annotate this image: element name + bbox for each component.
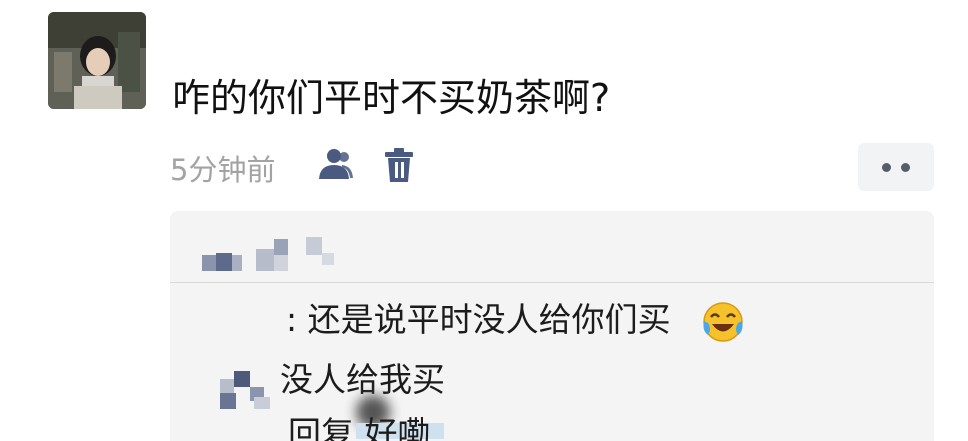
trash-icon[interactable] (384, 147, 414, 183)
obscured-liker-5 (274, 239, 288, 255)
comment-text-2: 没人给我买 (280, 360, 445, 399)
obscured-commenter-1d (220, 393, 236, 409)
post-time: 5分钟前 (170, 153, 276, 187)
avatar-photo (48, 12, 146, 109)
people-icon[interactable] (314, 147, 354, 181)
more-dot-right (901, 163, 910, 172)
comment-text-3: 回复 好嘞 (288, 414, 431, 441)
obscured-liker-4 (256, 249, 274, 271)
obscured-commenter-1e (254, 397, 270, 409)
obscured-liker-8 (322, 253, 334, 265)
post-text: 咋的你们平时不买奶茶啊? (172, 76, 611, 120)
crying-laughing-emoji (703, 302, 743, 342)
comment-panel: : 还是说平时没人给你们买 没人给我买 回复 好嘞 (170, 211, 934, 441)
obscured-commenter-1a (220, 379, 234, 393)
obscured-liker-7 (306, 237, 322, 255)
more-options-button[interactable] (858, 143, 934, 191)
obscured-liker-6 (274, 255, 288, 271)
obscured-liker-1 (202, 255, 216, 271)
comment-text-1: : 还是说平时没人给你们买 (286, 300, 671, 339)
panel-divider (170, 282, 934, 283)
user-avatar[interactable] (48, 12, 146, 109)
obscured-liker-3 (232, 255, 242, 271)
likes-row (170, 211, 934, 282)
obscured-liker-2 (216, 253, 232, 271)
more-dot-left (882, 163, 891, 172)
obscured-commenter-1b (234, 371, 250, 387)
